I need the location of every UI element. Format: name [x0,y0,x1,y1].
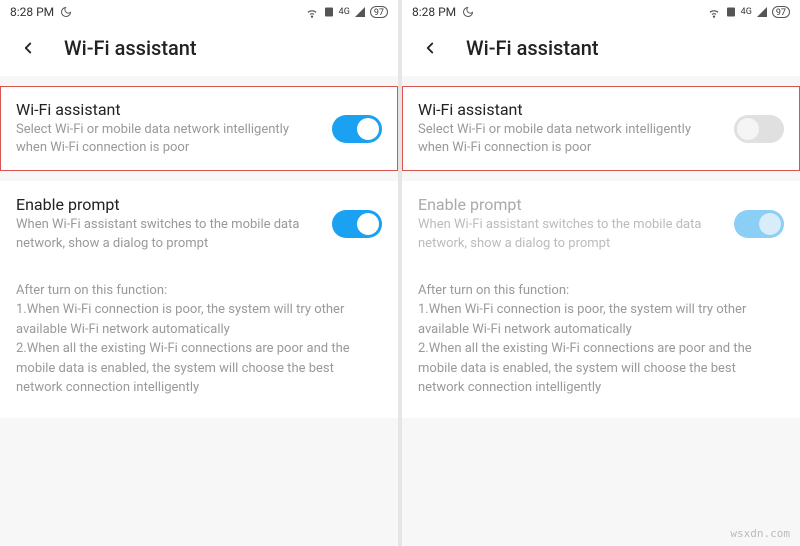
info-heading: After turn on this function: [16,281,382,301]
wifi-assistant-title: Wi-Fi assistant [16,100,320,119]
enable-prompt-row[interactable]: Enable prompt When Wi-Fi assistant switc… [0,181,398,266]
wifi-assistant-toggle[interactable] [734,115,784,143]
info-block: After turn on this function: 1.When Wi-F… [402,267,800,418]
phone-screen-left: 8:28 PM 4G 97 Wi-Fi assistant W [0,0,398,546]
wifi-assistant-toggle[interactable] [332,115,382,143]
enable-prompt-desc: When Wi-Fi assistant switches to the mob… [16,216,320,252]
page-title: Wi-Fi assistant [64,36,197,60]
wifi-assistant-title: Wi-Fi assistant [418,100,722,119]
info-line-1: 1.When Wi-Fi connection is poor, the sys… [418,300,784,339]
signal-label: 4G [741,7,752,17]
status-bar: 8:28 PM 4G 97 [0,0,398,24]
wifi-assistant-desc: Select Wi-Fi or mobile data network inte… [16,121,320,157]
moon-icon [60,6,72,18]
enable-prompt-toggle[interactable] [332,210,382,238]
info-line-1: 1.When Wi-Fi connection is poor, the sys… [16,300,382,339]
enable-prompt-title: Enable prompt [418,195,722,214]
signal-icon [756,6,768,18]
back-button[interactable] [16,36,40,60]
sim-icon [725,6,737,18]
info-heading: After turn on this function: [418,281,784,301]
enable-prompt-desc: When Wi-Fi assistant switches to the mob… [418,216,722,252]
watermark: wsxdn.com [730,527,790,540]
header: Wi-Fi assistant [402,24,800,76]
wifi-assistant-row[interactable]: Wi-Fi assistant Select Wi-Fi or mobile d… [0,86,398,171]
enable-prompt-toggle [734,210,784,238]
status-time: 8:28 PM [10,5,54,19]
info-line-2: 2.When all the existing Wi-Fi connection… [418,339,784,398]
battery-icon: 97 [772,6,790,18]
info-line-2: 2.When all the existing Wi-Fi connection… [16,339,382,398]
wifi-icon [707,5,721,19]
signal-icon [354,6,366,18]
battery-icon: 97 [370,6,388,18]
wifi-assistant-row[interactable]: Wi-Fi assistant Select Wi-Fi or mobile d… [402,86,800,171]
moon-icon [462,6,474,18]
info-block: After turn on this function: 1.When Wi-F… [0,267,398,418]
signal-label: 4G [339,7,350,17]
page-title: Wi-Fi assistant [466,36,599,60]
back-button[interactable] [418,36,442,60]
phone-screen-right: 8:28 PM 4G 97 Wi-Fi assistant W [402,0,800,546]
wifi-assistant-desc: Select Wi-Fi or mobile data network inte… [418,121,722,157]
status-bar: 8:28 PM 4G 97 [402,0,800,24]
sim-icon [323,6,335,18]
header: Wi-Fi assistant [0,24,398,76]
enable-prompt-row: Enable prompt When Wi-Fi assistant switc… [402,181,800,266]
wifi-icon [305,5,319,19]
status-time: 8:28 PM [412,5,456,19]
enable-prompt-title: Enable prompt [16,195,320,214]
